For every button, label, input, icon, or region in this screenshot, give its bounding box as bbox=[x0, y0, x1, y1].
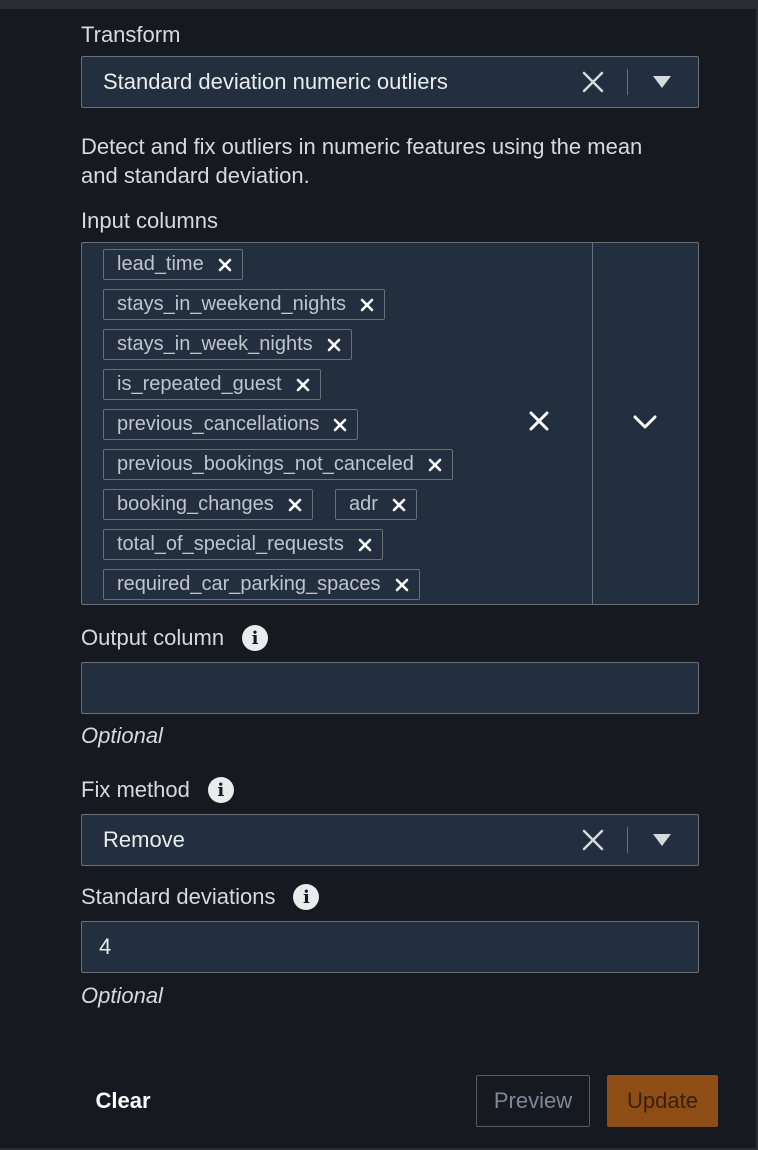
token-label: booking_changes bbox=[117, 493, 274, 515]
close-icon[interactable] bbox=[580, 57, 606, 107]
token-booking-changes: booking_changes bbox=[103, 489, 313, 520]
output-column-label-text: Output column bbox=[81, 625, 225, 650]
preview-button[interactable]: Preview bbox=[476, 1075, 590, 1127]
std-devs-hint: Optional bbox=[81, 983, 163, 1008]
std-devs-input[interactable] bbox=[81, 921, 699, 973]
token-label: previous_cancellations bbox=[117, 413, 320, 435]
remove-token-icon[interactable] bbox=[288, 498, 302, 512]
select-divider bbox=[627, 69, 628, 95]
token-required-car-parking-spaces: required_car_parking_spaces bbox=[103, 569, 420, 600]
token-previous-bookings-not-canceled: previous_bookings_not_canceled bbox=[103, 449, 453, 480]
transform-label-text: Transform bbox=[81, 22, 181, 47]
token-adr: adr bbox=[335, 489, 417, 520]
token-is-repeated-guest: is_repeated_guest bbox=[103, 369, 321, 400]
token-stays-in-weekend-nights: stays_in_weekend_nights bbox=[103, 289, 386, 320]
fix-method-select[interactable]: Remove bbox=[81, 814, 699, 866]
token-previous-cancellations: previous_cancellations bbox=[103, 409, 359, 440]
token-total-of-special-requests: total_of_special_requests bbox=[103, 529, 383, 560]
fix-method-label: Fix method i bbox=[81, 774, 234, 806]
output-column-input[interactable] bbox=[81, 662, 699, 714]
clear-all-icon[interactable] bbox=[527, 409, 551, 433]
token-label: stays_in_week_nights bbox=[117, 333, 313, 355]
input-columns-label: Input columns bbox=[81, 206, 218, 236]
token-label: adr bbox=[349, 493, 378, 515]
info-icon[interactable]: i bbox=[242, 625, 269, 651]
token-stays-in-week-nights: stays_in_week_nights bbox=[103, 329, 352, 360]
caret-down-icon[interactable] bbox=[650, 815, 674, 865]
info-icon[interactable]: i bbox=[293, 884, 320, 910]
std-devs-label: Standard deviations i bbox=[81, 881, 320, 913]
std-devs-label-text: Standard deviations bbox=[81, 884, 276, 909]
chevron-down-icon[interactable] bbox=[632, 411, 658, 433]
info-icon[interactable]: i bbox=[207, 777, 234, 803]
transform-label: Transform bbox=[81, 20, 180, 50]
token-lead-time: lead_time bbox=[103, 249, 243, 280]
remove-token-icon[interactable] bbox=[218, 258, 232, 272]
remove-token-icon[interactable] bbox=[333, 418, 347, 432]
multiselect-divider bbox=[592, 243, 593, 604]
token-label: stays_in_weekend_nights bbox=[117, 293, 347, 315]
clear-button[interactable]: Clear bbox=[81, 1075, 165, 1127]
top-bar bbox=[0, 0, 758, 9]
output-column-hint: Optional bbox=[81, 723, 163, 748]
output-column-label: Output column i bbox=[81, 622, 269, 654]
remove-token-icon[interactable] bbox=[327, 338, 341, 352]
remove-token-icon[interactable] bbox=[395, 578, 409, 592]
transform-select-value: Standard deviation numeric outliers bbox=[103, 69, 448, 94]
remove-token-icon[interactable] bbox=[392, 498, 406, 512]
input-columns-label-text: Input columns bbox=[81, 208, 218, 233]
fix-method-label-text: Fix method bbox=[81, 777, 190, 802]
token-label: previous_bookings_not_canceled bbox=[117, 453, 414, 475]
caret-down-icon[interactable] bbox=[650, 57, 674, 107]
remove-token-icon[interactable] bbox=[296, 378, 310, 392]
close-icon[interactable] bbox=[580, 815, 606, 865]
transform-description: Detect and fix outliers in numeric featu… bbox=[81, 134, 643, 188]
token-label: total_of_special_requests bbox=[117, 533, 344, 555]
select-divider bbox=[627, 827, 628, 853]
token-label: lead_time bbox=[117, 253, 204, 275]
remove-token-icon[interactable] bbox=[358, 538, 372, 552]
transform-select[interactable]: Standard deviation numeric outliers bbox=[81, 56, 699, 108]
remove-token-icon[interactable] bbox=[428, 458, 442, 472]
token-label: is_repeated_guest bbox=[117, 373, 282, 395]
token-list: lead_time stays_in_weekend_nights stays_… bbox=[82, 243, 593, 604]
update-button[interactable]: Update bbox=[607, 1075, 718, 1127]
fix-method-select-value: Remove bbox=[103, 827, 185, 852]
input-columns-multiselect[interactable]: lead_time stays_in_weekend_nights stays_… bbox=[81, 242, 699, 605]
remove-token-icon[interactable] bbox=[360, 298, 374, 312]
token-label: required_car_parking_spaces bbox=[117, 573, 381, 595]
